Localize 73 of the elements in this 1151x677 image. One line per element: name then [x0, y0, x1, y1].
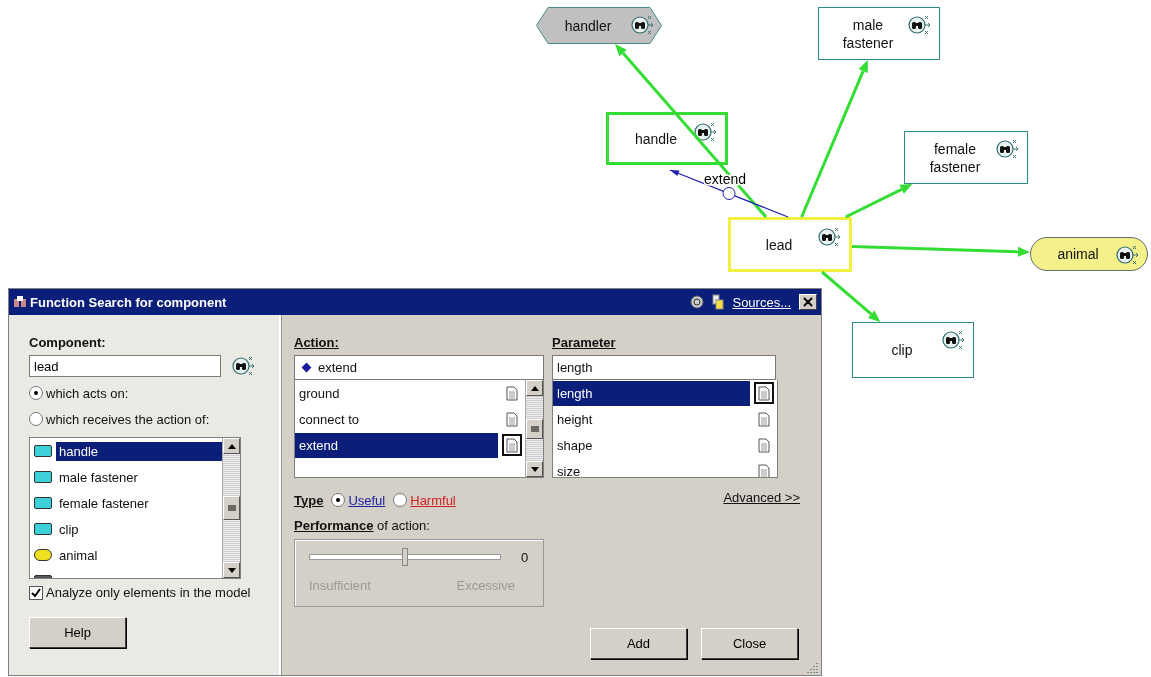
list-item[interactable]: extend — [295, 432, 498, 458]
grip-lines-icon[interactable] — [530, 425, 539, 432]
list-item[interactable]: size — [553, 458, 750, 477]
checkbox[interactable]: Analyze only elements in the model — [29, 585, 265, 600]
down-arrow-icon[interactable] — [530, 466, 539, 472]
advanced-link[interactable]: Advanced >> — [723, 490, 800, 505]
action-list[interactable]: ground connect to extend — [294, 380, 544, 478]
component-field[interactable]: lead — [29, 355, 221, 377]
up-arrow-icon[interactable] — [227, 443, 236, 449]
type-label: Type — [294, 492, 324, 508]
list-item[interactable]: shape — [553, 432, 750, 458]
list-item[interactable]: ground — [295, 380, 498, 406]
parameter-field[interactable]: length — [552, 355, 776, 380]
node-hexagon[interactable] — [536, 7, 662, 44]
list-item[interactable]: length — [553, 380, 750, 406]
scrollbar[interactable] — [222, 438, 240, 578]
node-label: male fastener — [842, 15, 894, 52]
component-list[interactable]: handle male fastener female fastener clip animal — [29, 437, 241, 579]
scrollbar[interactable] — [525, 380, 543, 477]
resize-grip-icon[interactable] — [807, 661, 819, 673]
node-pill[interactable]: animal — [1030, 237, 1148, 271]
performance-label: Performance of action: — [294, 518, 431, 533]
node-box[interactable]: lead — [728, 217, 852, 272]
component-icon — [34, 445, 52, 457]
node-box[interactable]: male fastener — [818, 7, 940, 60]
radio-button[interactable]: Useful — [331, 490, 386, 510]
list-item[interactable]: male fastener — [56, 467, 141, 487]
checkmark-icon — [31, 587, 41, 598]
connector-arrow — [821, 270, 881, 322]
node-label: lead — [765, 235, 793, 254]
help-button[interactable]: Help — [29, 617, 126, 648]
max-label: Excessive — [456, 578, 515, 593]
component-icon — [34, 497, 52, 509]
document-icon[interactable] — [502, 434, 522, 456]
list-item[interactable]: handle — [56, 441, 222, 461]
list-item[interactable]: animal — [56, 545, 101, 565]
dialog-button[interactable]: Close — [701, 628, 798, 659]
component-icon — [34, 471, 52, 483]
component-icon — [34, 523, 52, 535]
database-icon[interactable] — [712, 294, 725, 310]
list-item[interactable]: clip — [56, 519, 82, 539]
list-item[interactable]: height — [553, 406, 750, 432]
node-label: female fastener — [929, 139, 981, 176]
node-label: handle — [634, 129, 677, 148]
node-label: animal — [1057, 245, 1099, 263]
refresh-icon[interactable] — [690, 295, 705, 309]
node-label: clip — [891, 341, 913, 359]
radio-button[interactable]: Harmful — [393, 490, 456, 510]
down-arrow-icon[interactable] — [227, 567, 236, 573]
close-icon[interactable] — [799, 294, 817, 310]
dialog-button[interactable]: Add — [590, 628, 687, 659]
supersystem-icon — [34, 549, 52, 561]
slider-value: 0 — [521, 549, 529, 565]
radio-button[interactable]: which acts on: — [29, 383, 265, 403]
node-box[interactable]: clip — [852, 322, 974, 378]
component-heading: Component: — [29, 335, 107, 350]
node-box[interactable]: handle — [606, 112, 728, 165]
sources-link[interactable]: Sources... — [732, 294, 791, 310]
parameter-list[interactable]: length height shape size — [552, 380, 778, 478]
node-box[interactable]: female fastener — [904, 131, 1028, 184]
grip-lines-icon[interactable] — [227, 505, 236, 511]
performance-slider[interactable] — [309, 548, 501, 566]
action-field[interactable]: extend — [294, 355, 544, 380]
window-title: Function Search for component — [30, 294, 227, 310]
list-item[interactable]: female fastener — [56, 493, 152, 513]
document-icon[interactable] — [754, 382, 774, 404]
action-heading: Action: — [294, 335, 340, 350]
parameter-heading: Parameter — [552, 335, 617, 350]
list-item[interactable]: connect to — [295, 406, 498, 432]
radio-button[interactable]: which receives the action of: — [29, 409, 265, 429]
up-arrow-icon[interactable] — [530, 385, 539, 391]
node-label: handler — [564, 16, 612, 35]
min-label: Insufficient — [309, 578, 371, 593]
